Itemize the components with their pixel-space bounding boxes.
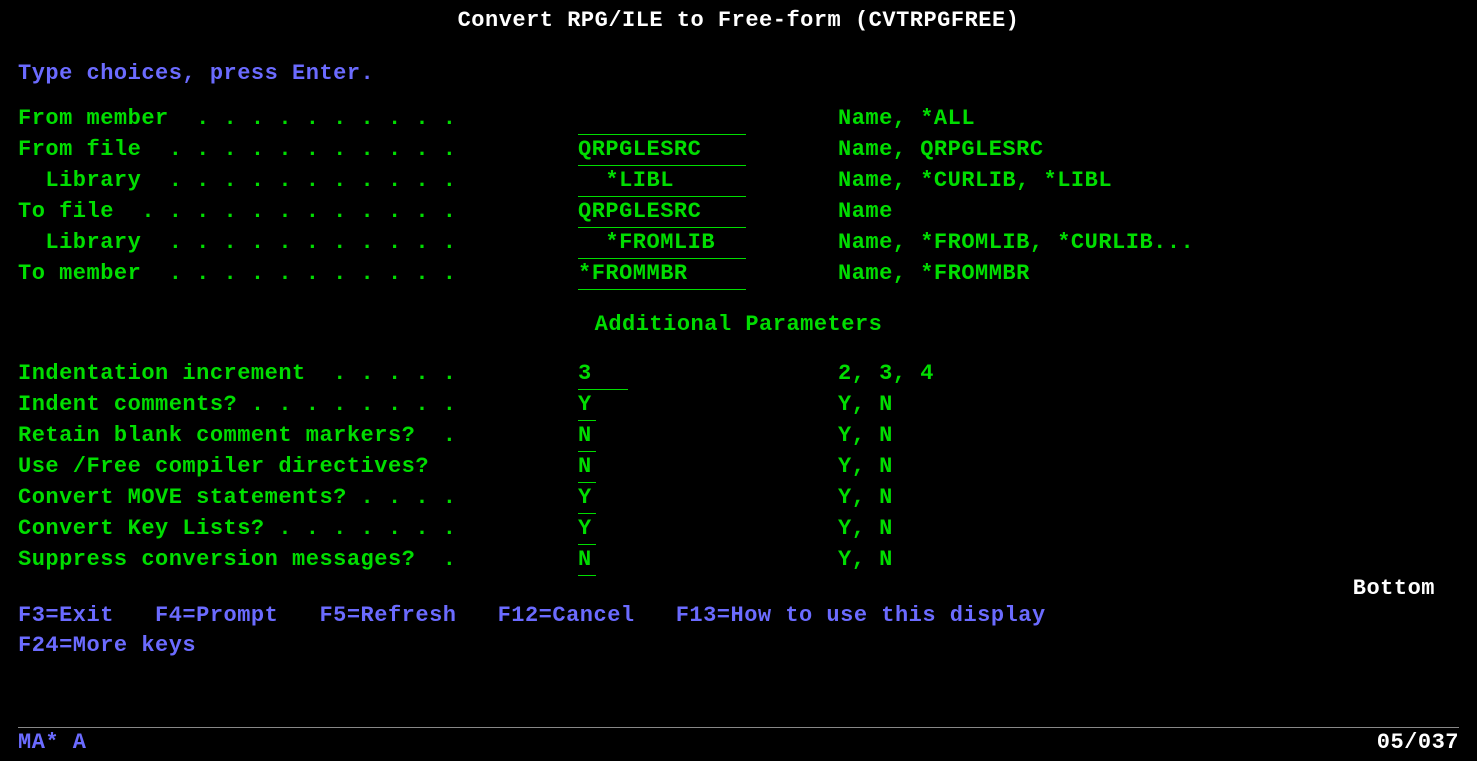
field-from-member: From member . . . . . . . . . . Name, *A… [18, 104, 1459, 135]
label-conv-move: Convert MOVE statements? . . . . [18, 483, 578, 514]
hint-indent-inc: 2, 3, 4 [838, 359, 1459, 390]
input-to-member[interactable]: *FROMMBR [578, 259, 746, 290]
input-conv-key[interactable]: Y [578, 514, 596, 545]
label-from-lib: Library . . . . . . . . . . . [18, 166, 578, 197]
field-to-lib: Library . . . . . . . . . . . *FROMLIB N… [18, 228, 1459, 259]
bottom-indicator: Bottom [18, 576, 1459, 601]
hint-to-member: Name, *FROMMBR [838, 259, 1459, 290]
input-from-lib[interactable]: *LIBL [578, 166, 746, 197]
label-indent-inc: Indentation increment . . . . . [18, 359, 578, 390]
instruction-text: Type choices, press Enter. [18, 61, 1459, 86]
label-to-member: To member . . . . . . . . . . . [18, 259, 578, 290]
input-conv-move[interactable]: Y [578, 483, 596, 514]
label-from-file: From file . . . . . . . . . . . [18, 135, 578, 166]
field-conv-key: Convert Key Lists? . . . . . . . Y Y, N [18, 514, 1459, 545]
page-title: Convert RPG/ILE to Free-form (CVTRPGFREE… [18, 8, 1459, 33]
input-suppress[interactable]: N [578, 545, 596, 576]
field-retain-blank: Retain blank comment markers? . N Y, N [18, 421, 1459, 452]
terminal-screen: Convert RPG/ILE to Free-form (CVTRPGFREE… [0, 0, 1477, 761]
label-use-free: Use /Free compiler directives? [18, 452, 578, 483]
label-from-member: From member . . . . . . . . . . [18, 104, 578, 135]
field-suppress: Suppress conversion messages? . N Y, N [18, 545, 1459, 576]
field-conv-move: Convert MOVE statements? . . . . Y Y, N [18, 483, 1459, 514]
input-to-lib[interactable]: *FROMLIB [578, 228, 746, 259]
additional-parameters-heading: Additional Parameters [18, 312, 1459, 337]
hint-suppress: Y, N [838, 545, 1459, 576]
hint-to-lib: Name, *FROMLIB, *CURLIB... [838, 228, 1459, 259]
hint-from-file: Name, QRPGLESRC [838, 135, 1459, 166]
hint-conv-key: Y, N [838, 514, 1459, 545]
input-use-free[interactable]: N [578, 452, 596, 483]
status-left: MA* A [18, 730, 87, 755]
input-from-file[interactable]: QRPGLESRC [578, 135, 746, 166]
label-to-file: To file . . . . . . . . . . . . [18, 197, 578, 228]
field-to-member: To member . . . . . . . . . . . *FROMMBR… [18, 259, 1459, 290]
input-indent-cmt[interactable]: Y [578, 390, 596, 421]
status-bar: MA* A 05/037 [18, 727, 1459, 755]
input-indent-inc[interactable]: 3 [578, 359, 628, 390]
cursor-position: 05/037 [1377, 730, 1459, 755]
input-retain-blank[interactable]: N [578, 421, 596, 452]
label-retain-blank: Retain blank comment markers? . [18, 421, 578, 452]
hint-from-member: Name, *ALL [838, 104, 1459, 135]
hint-from-lib: Name, *CURLIB, *LIBL [838, 166, 1459, 197]
hint-conv-move: Y, N [838, 483, 1459, 514]
hint-indent-cmt: Y, N [838, 390, 1459, 421]
input-from-member[interactable] [578, 104, 746, 135]
function-keys-line2: F24=More keys [18, 631, 1459, 661]
field-from-lib: Library . . . . . . . . . . . *LIBL Name… [18, 166, 1459, 197]
label-conv-key: Convert Key Lists? . . . . . . . [18, 514, 578, 545]
field-indent-inc: Indentation increment . . . . . 3 2, 3, … [18, 359, 1459, 390]
field-to-file: To file . . . . . . . . . . . . QRPGLESR… [18, 197, 1459, 228]
function-keys-line1: F3=Exit F4=Prompt F5=Refresh F12=Cancel … [18, 601, 1459, 631]
field-from-file: From file . . . . . . . . . . . QRPGLESR… [18, 135, 1459, 166]
hint-use-free: Y, N [838, 452, 1459, 483]
field-indent-cmt: Indent comments? . . . . . . . . Y Y, N [18, 390, 1459, 421]
hint-to-file: Name [838, 197, 1459, 228]
label-indent-cmt: Indent comments? . . . . . . . . [18, 390, 578, 421]
label-to-lib: Library . . . . . . . . . . . [18, 228, 578, 259]
hint-retain-blank: Y, N [838, 421, 1459, 452]
field-use-free: Use /Free compiler directives? N Y, N [18, 452, 1459, 483]
label-suppress: Suppress conversion messages? . [18, 545, 578, 576]
input-to-file[interactable]: QRPGLESRC [578, 197, 746, 228]
